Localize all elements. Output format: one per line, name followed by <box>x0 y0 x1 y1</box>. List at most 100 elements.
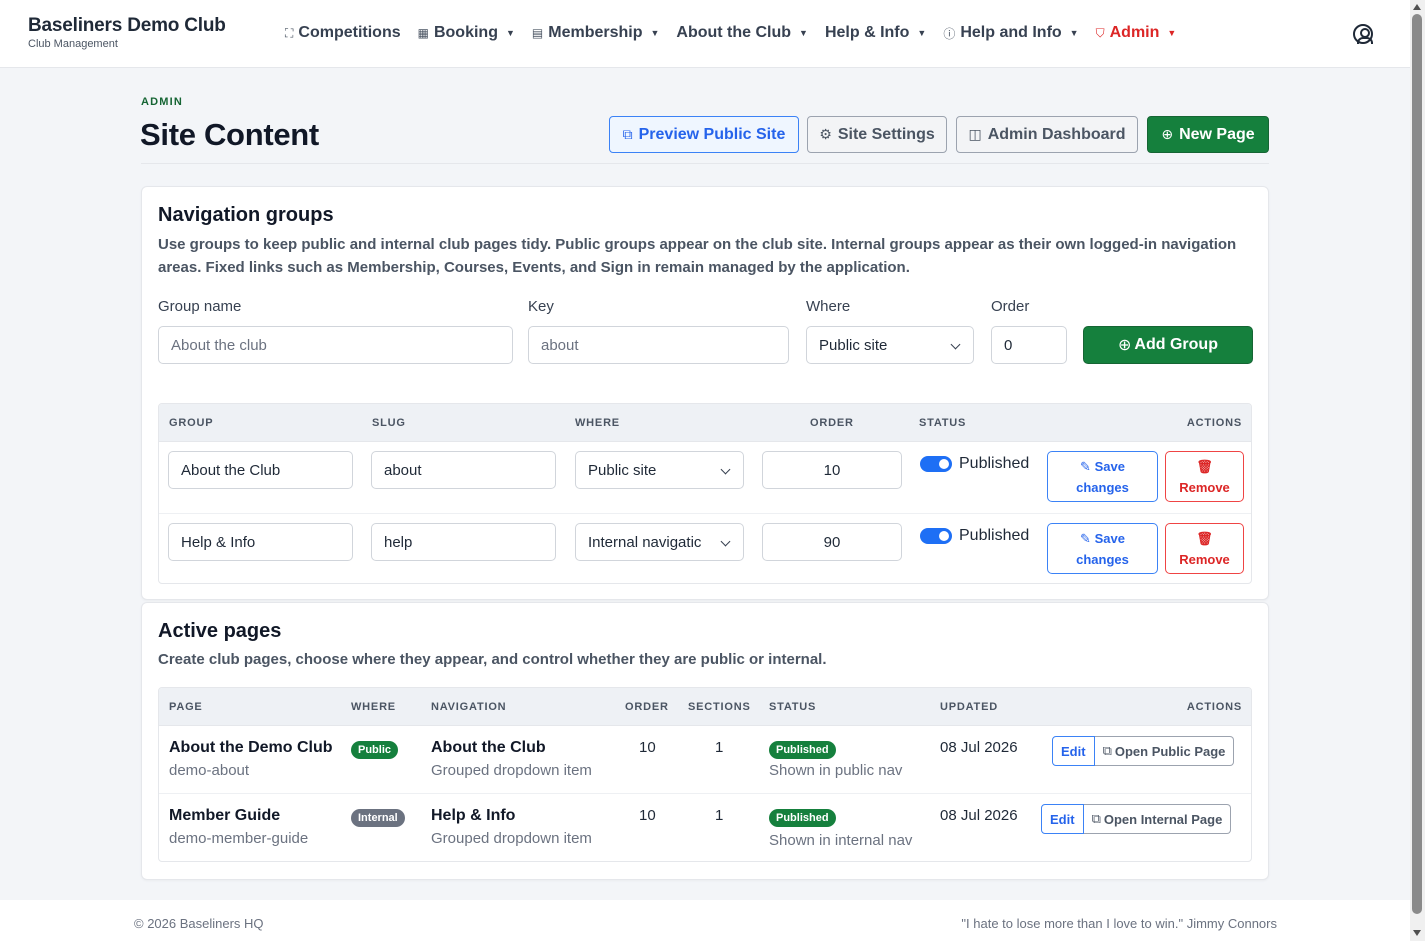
published-toggle[interactable] <box>920 528 952 544</box>
trash-icon: 🗑 <box>1196 530 1213 546</box>
published-toggle[interactable] <box>920 456 952 472</box>
nav-about-the-club[interactable]: About the Club ▼ <box>676 24 808 42</box>
open-public-page-button[interactable]: ⧉ Open Public Page <box>1094 736 1235 766</box>
button-label: changes <box>1076 479 1129 495</box>
page-title-cell[interactable]: About the Demo Club <box>169 739 333 757</box>
nav-help-info[interactable]: Help & Info ▼ <box>825 24 926 42</box>
page-slug: demo-about <box>169 762 250 779</box>
brand-name: Baseliners Demo Club <box>28 15 226 36</box>
table-header: GROUP SLUG WHERE ORDER STATUS ACTIONS <box>159 404 1251 442</box>
nav-competitions[interactable]: ⛶ Competitions <box>285 24 401 42</box>
button-label: Save <box>1094 458 1125 474</box>
site-settings-button[interactable]: ⚙ Site Settings <box>807 116 947 153</box>
header-divider <box>141 163 1269 164</box>
page-footer: © 2026 Baseliners HQ "I hate to lose mor… <box>0 900 1410 941</box>
column-header: ORDER <box>810 417 854 429</box>
nav-admin[interactable]: ⛉ Admin ▼ <box>1096 24 1177 42</box>
group-name-input[interactable]: About the club <box>158 326 513 364</box>
caret-down-icon: ▼ <box>1167 28 1177 38</box>
edit-icon: ✎ <box>1080 530 1095 546</box>
remove-button[interactable]: 🗑 Remove <box>1165 451 1244 502</box>
order-label: Order <box>991 298 1030 315</box>
status-badge: Published <box>769 741 836 759</box>
page-scrollbar[interactable] <box>1410 0 1425 941</box>
navigation-sub: Grouped dropdown item <box>431 762 592 779</box>
group-name-field[interactable]: Help & Info <box>168 523 353 561</box>
scroll-down-arrow-icon[interactable] <box>1413 930 1421 936</box>
chevron-down-icon <box>950 339 961 350</box>
edit-button[interactable]: Edit <box>1041 804 1084 834</box>
page-title-cell[interactable]: Member Guide <box>169 807 280 825</box>
nav-label: Competitions <box>298 24 401 41</box>
chevron-down-icon <box>720 536 731 547</box>
caret-down-icon: ▼ <box>799 28 808 38</box>
group-name-field[interactable]: About the Club <box>168 451 353 489</box>
updated-cell: 08 Jul 2026 <box>940 807 1018 824</box>
input-placeholder: About the club <box>171 336 267 354</box>
trash-icon: 🗑 <box>1196 458 1213 474</box>
chevron-down-icon <box>720 464 731 475</box>
status-label: Published <box>959 527 1030 544</box>
order-field[interactable]: 10 <box>762 451 902 489</box>
preview-public-site-button[interactable]: ⧉ Preview Public Site <box>609 116 799 153</box>
top-navbar: Baseliners Demo Club Club Management ⛶ C… <box>0 0 1410 68</box>
external-link-icon: ⧉ <box>1102 743 1112 758</box>
user-account-icon[interactable] <box>1353 24 1373 44</box>
gear-icon: ⚙ <box>819 126 832 142</box>
nav-membership[interactable]: ▤ Membership ▼ <box>532 24 660 42</box>
slug-field[interactable]: help <box>371 523 556 561</box>
where-badge: Public <box>351 741 399 759</box>
button-line: ✎ Save <box>1080 528 1125 549</box>
brand[interactable]: Baseliners Demo Club Club Management <box>28 15 226 50</box>
status-label: Published <box>959 455 1030 472</box>
sitemap-icon: ⛶ <box>285 25 294 40</box>
status-badge: Published <box>769 809 836 827</box>
save-changes-button[interactable]: ✎ Save changes <box>1047 523 1158 574</box>
remove-button[interactable]: 🗑 Remove <box>1165 523 1244 574</box>
add-group-button[interactable]: ⊕ Add Group <box>1083 326 1253 364</box>
sections-cell: 1 <box>715 739 724 756</box>
nav-help-and-info[interactable]: ⓘ Help and Info ▼ <box>943 24 1078 42</box>
open-internal-page-button[interactable]: ⧉ Open Internal Page <box>1083 804 1232 834</box>
input-value: 10 <box>823 461 841 479</box>
nav-label: Admin <box>1109 24 1160 41</box>
table-header: PAGE WHERE NAVIGATION ORDER SECTIONS STA… <box>159 688 1251 726</box>
edit-button[interactable]: Edit <box>1052 736 1095 766</box>
scroll-thumb[interactable] <box>1412 14 1422 914</box>
input-value: help <box>384 533 413 551</box>
active-pages-card: Active pages Create club pages, choose w… <box>141 602 1269 880</box>
key-label: Key <box>528 298 554 315</box>
table-row: About the Club about Public site 10 Publ… <box>159 442 1251 514</box>
group-name-label: Group name <box>158 298 242 315</box>
where-select[interactable]: Internal navigatic <box>575 523 744 561</box>
footer-quote: "I hate to lose more than I love to win.… <box>961 916 1277 931</box>
save-changes-button[interactable]: ✎ Save changes <box>1047 451 1158 502</box>
slug-field[interactable]: about <box>371 451 556 489</box>
order-input[interactable]: 0 <box>991 326 1067 364</box>
scroll-up-arrow-icon[interactable] <box>1413 4 1421 10</box>
column-header: WHERE <box>575 417 620 429</box>
admin-dashboard-button[interactable]: ◫ Admin Dashboard <box>956 116 1138 153</box>
key-input[interactable]: about <box>528 326 789 364</box>
card-description: Use groups to keep public and internal c… <box>158 236 1237 276</box>
nav-label: Help & Info <box>824 24 910 41</box>
where-select[interactable]: Public site <box>575 451 744 489</box>
order-field[interactable]: 90 <box>762 523 902 561</box>
table-row: About the Demo Club demo-about Public Ab… <box>159 726 1251 794</box>
table-row: Member Guide demo-member-guide Internal … <box>159 794 1251 861</box>
footer-copyright: © 2026 Baseliners HQ <box>134 916 264 931</box>
nav-label: Booking <box>433 24 498 41</box>
button-label: Remove <box>1179 551 1230 567</box>
where-select[interactable]: Public site <box>806 326 974 364</box>
edit-icon: ✎ <box>1080 458 1095 474</box>
nav-booking[interactable]: ▦ Booking ▼ <box>418 24 515 42</box>
navigation-cell: Help & Info <box>431 807 516 824</box>
status-sub: Shown in internal nav <box>769 832 913 849</box>
button-label: Open Internal Page <box>1103 811 1223 827</box>
column-header: STATUS <box>919 417 967 429</box>
column-header: ORDER <box>625 701 669 713</box>
column-header: NAVIGATION <box>431 701 507 713</box>
page-title: Site Content <box>140 117 319 152</box>
new-page-button[interactable]: ⊕ New Page <box>1147 116 1269 153</box>
sections-cell: 1 <box>715 807 724 824</box>
